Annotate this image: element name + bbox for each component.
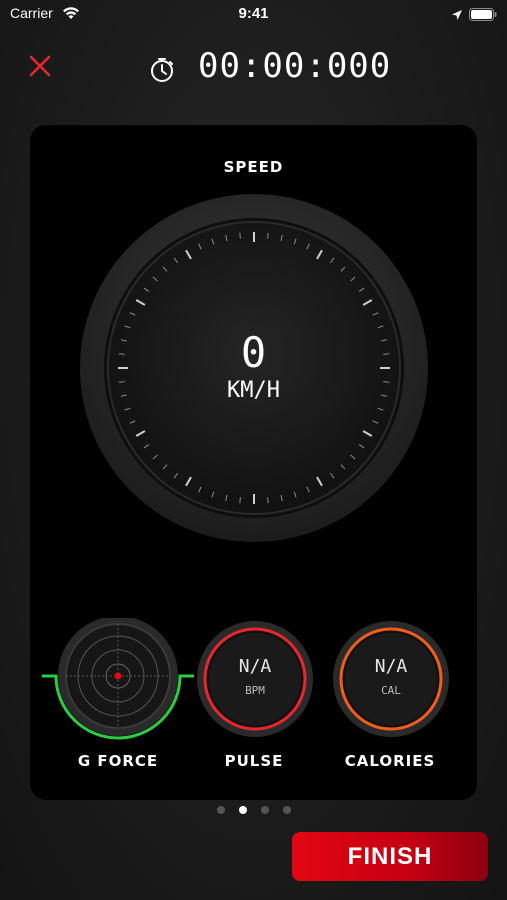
finish-button[interactable]: FINISH	[292, 832, 488, 881]
minor-tick	[267, 497, 269, 504]
page-dot-2[interactable]	[239, 806, 247, 814]
speed-unit: KM/H	[227, 378, 280, 403]
page-dot-4[interactable]	[283, 806, 291, 814]
minor-tick	[267, 232, 269, 239]
status-time: 9:41	[238, 5, 269, 22]
g-force-gauge	[42, 618, 194, 740]
pulse-value: N/A	[238, 656, 272, 677]
location-arrow-icon	[451, 6, 463, 25]
calories-value: N/A	[374, 656, 408, 677]
g-force-indicator-dot	[114, 672, 122, 680]
minor-tick	[239, 497, 241, 504]
pulse-label: PULSE	[224, 752, 284, 770]
page-dot-3[interactable]	[261, 806, 269, 814]
elapsed-timer: 00:00:000	[198, 46, 392, 86]
pulse-gauge	[197, 621, 313, 737]
g-force-label: G FORCE	[77, 752, 159, 770]
page-dot-1[interactable]	[217, 806, 225, 814]
speed-value: 0	[240, 328, 267, 377]
pulse-unit: BPM	[245, 684, 265, 697]
battery-icon	[469, 6, 497, 25]
status-bar: Carrier 9:41	[0, 0, 507, 28]
stopwatch-icon	[148, 56, 176, 88]
close-icon	[29, 55, 51, 77]
calories-gauge	[333, 621, 449, 737]
minor-tick	[239, 232, 241, 239]
calories-label: CALORIES	[344, 752, 436, 770]
calories-unit: CAL	[381, 684, 401, 697]
close-button[interactable]	[26, 52, 54, 80]
speed-title: SPEED	[223, 158, 284, 176]
